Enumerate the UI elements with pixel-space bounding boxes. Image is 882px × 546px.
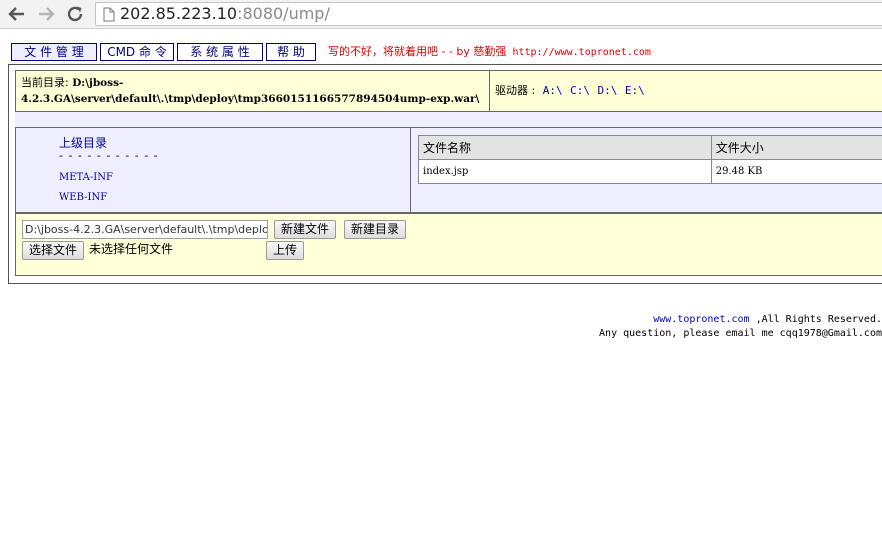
table-row: index.jsp 29.48 KB — [418, 159, 882, 184]
file-name-cell[interactable]: index.jsp — [418, 159, 712, 184]
new-dir-button[interactable]: 新建目录 — [344, 220, 407, 239]
current-dir: 当前目录: D:\jboss- 4.2.3.GA\server\default\… — [15, 70, 490, 112]
file-table: 文件名称 文件大小 index.jsp 29.48 KB — [418, 135, 882, 184]
back-icon[interactable] — [6, 3, 28, 25]
new-file-button[interactable]: 新建文件 — [274, 220, 337, 239]
no-file-label: 未选择任何文件 — [89, 242, 174, 256]
footer-contact: Any question, please email me cqq1978@Gm… — [599, 328, 882, 339]
dir-list: 上级目录 - - - - - - - - - - - META-INF WEB-… — [15, 127, 411, 213]
spacer-row — [15, 112, 882, 127]
dir-item-meta-inf[interactable]: META-INF — [59, 172, 113, 183]
current-dir-path: D:\jboss- — [72, 77, 124, 89]
help-tab[interactable]: 帮 助 — [266, 43, 316, 61]
divider: - - - - - - - - - - - — [59, 149, 159, 162]
forward-icon[interactable] — [35, 3, 57, 25]
dir-item-web-inf[interactable]: WEB-INF — [59, 192, 107, 203]
reload-icon[interactable] — [64, 3, 86, 25]
drive-d-link[interactable]: D:\ — [597, 84, 617, 97]
choose-file-button[interactable]: 选择文件 — [22, 241, 85, 260]
footer-rights: ,All Rights Reserved. — [749, 314, 882, 325]
file-list: 文件名称 文件大小 index.jsp 29.48 KB — [410, 127, 882, 213]
col-file-size: 文件大小 — [710, 135, 882, 160]
page-icon — [103, 7, 115, 26]
footer-site-link[interactable]: www.topronet.com — [653, 314, 749, 325]
upload-button[interactable]: 上传 — [266, 241, 305, 260]
operations-panel: D:\jboss-4.2.3.GA\server\default\.\tmp\d… — [15, 213, 882, 276]
drive-a-link[interactable]: A:\ — [543, 84, 563, 97]
address-bar[interactable]: 202.85.223.10:8080/ump/ — [95, 2, 882, 26]
drive-list: 驱动器 : A:\ C:\ D:\ E:\ — [489, 70, 882, 112]
file-manage-tab[interactable]: 文 件 管 理 — [11, 43, 97, 61]
url-text: 202.85.223.10:8080/ump/ — [120, 4, 330, 23]
drive-c-link[interactable]: C:\ — [570, 84, 590, 97]
motto-text: 写的不好，将就着用吧 - - by 慈勤强 http://www.toprone… — [328, 45, 651, 58]
current-dir-label: 当前目录: — [21, 76, 73, 89]
system-props-tab[interactable]: 系 统 属 性 — [177, 43, 263, 61]
footer: www.topronet.com ,All Rights Reserved. A… — [582, 313, 882, 341]
cmd-tab[interactable]: CMD 命 令 — [100, 43, 174, 61]
drive-label: 驱动器 : — [495, 84, 536, 97]
browser-toolbar: 202.85.223.10:8080/ump/ — [0, 0, 882, 29]
current-dir-path-cont: 4.2.3.GA\server\default\.\tmp\deploy\tmp… — [21, 93, 480, 105]
drive-e-link[interactable]: E:\ — [625, 84, 645, 97]
file-size-cell: 29.48 KB — [710, 159, 882, 184]
path-input[interactable]: D:\jboss-4.2.3.GA\server\default\.\tmp\d… — [22, 220, 268, 239]
col-file-name: 文件名称 — [418, 135, 712, 160]
